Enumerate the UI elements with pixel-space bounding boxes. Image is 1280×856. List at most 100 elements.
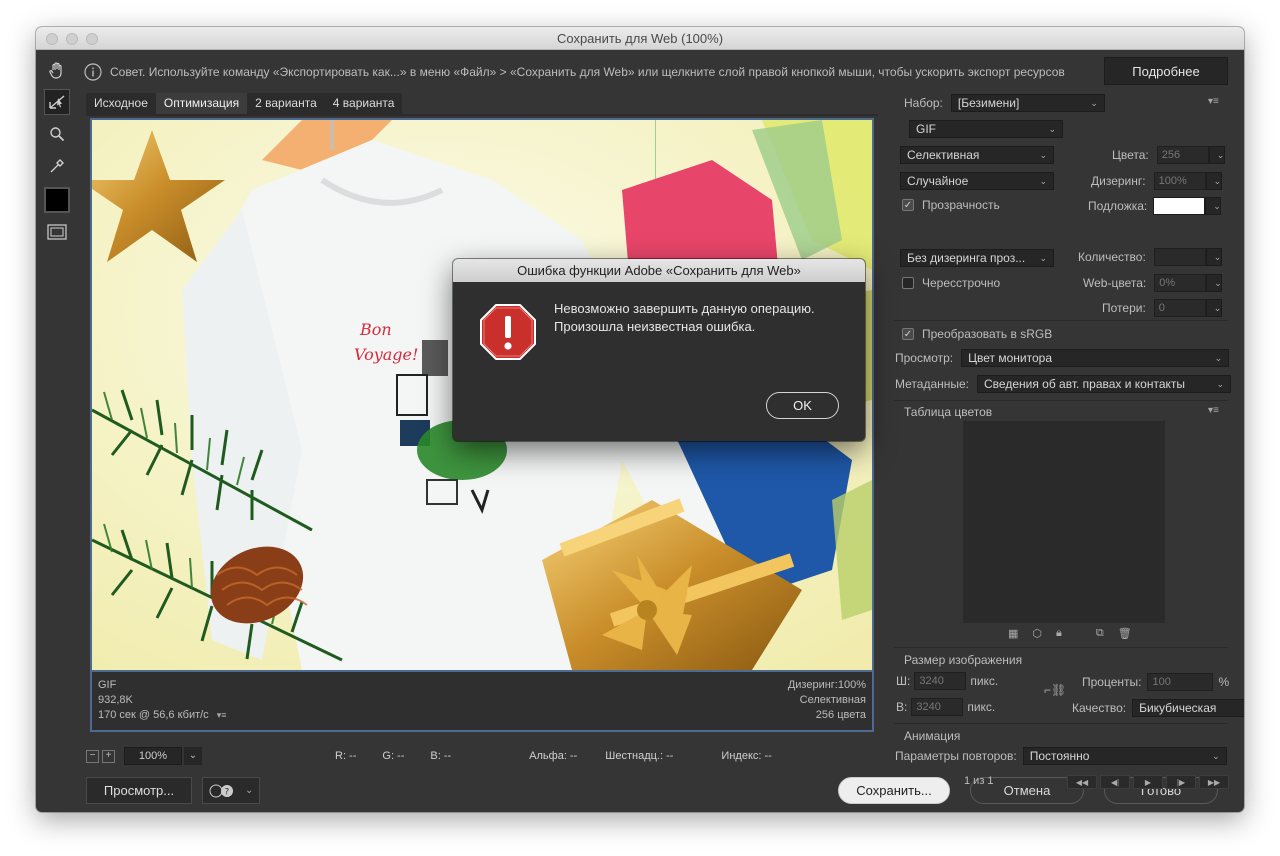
frame-counter: 1 из 1 xyxy=(964,775,994,787)
interlaced-checkbox[interactable] xyxy=(902,277,914,289)
colors-input[interactable]: 256 xyxy=(1156,146,1209,164)
zoom-in-button[interactable]: + xyxy=(102,749,115,763)
eyedropper-icon xyxy=(50,159,64,173)
chevron-down-icon: ⌄ xyxy=(1214,352,1223,363)
slice-select-icon xyxy=(49,95,65,109)
info-icon xyxy=(84,63,102,81)
loop-options-select[interactable]: Постоянно ⌄ xyxy=(1022,747,1227,765)
zoom-tool[interactable] xyxy=(44,121,70,147)
error-dialog: Ошибка функции Adobe «Сохранить для Web»… xyxy=(453,259,865,441)
lossy-dropdown[interactable]: ⌄ xyxy=(1205,299,1222,317)
transparency-label: Прозрачность xyxy=(922,198,1000,212)
browser-select[interactable]: ? ⌄ xyxy=(202,777,260,804)
matte-label: Подложка: xyxy=(1088,199,1148,213)
width-input[interactable]: 3240 xyxy=(914,672,967,690)
prev-frame-button[interactable]: ◀| xyxy=(1100,775,1130,789)
amount-label: Количество: xyxy=(1078,250,1146,264)
color-table-title: Таблица цветов xyxy=(904,405,993,419)
panel-menu-icon[interactable]: ▾≡ xyxy=(1208,96,1219,107)
ok-button[interactable]: OK xyxy=(766,392,839,419)
transparency-checkbox[interactable]: ✓ xyxy=(902,199,914,211)
color-reduction-select[interactable]: Селективная ⌄ xyxy=(900,146,1054,164)
next-frame-button[interactable]: |▶ xyxy=(1166,775,1196,789)
dither-dropdown[interactable]: ⌄ xyxy=(1205,172,1222,190)
save-button[interactable]: Сохранить... xyxy=(838,777,950,804)
info-dither: Дизеринг:100% xyxy=(787,679,866,691)
constrain-proportions-link-icon[interactable]: ⌐⛓ xyxy=(1044,683,1066,697)
chevron-down-icon: ⌄ xyxy=(1039,252,1047,263)
width-unit: пикс. xyxy=(970,674,999,688)
learn-more-button[interactable]: Подробнее xyxy=(1104,57,1228,85)
lock-icon[interactable]: 🔒︎ xyxy=(1056,627,1062,640)
tab-original[interactable]: Исходное xyxy=(86,93,156,114)
eyedropper-color-swatch[interactable] xyxy=(44,187,70,213)
last-frame-button[interactable]: ▶▶ xyxy=(1199,775,1229,789)
convert-srgb-checkbox[interactable]: ✓ xyxy=(902,328,914,340)
resample-quality-select[interactable]: Бикубическая⌄ xyxy=(1132,699,1244,717)
svg-text:Bon: Bon xyxy=(359,320,392,339)
transparency-dither-select[interactable]: Без дизеринга проз... ⌄ xyxy=(900,249,1054,267)
lossy-input[interactable]: 0 xyxy=(1153,299,1206,317)
play-button[interactable]: ▶ xyxy=(1133,775,1163,789)
readout-hex: Шестнадц.: -- xyxy=(605,750,674,762)
info-format: GIF xyxy=(98,679,117,691)
matte-dropdown[interactable]: ⌄ xyxy=(1205,197,1222,215)
map-to-web-icon[interactable]: ▦ xyxy=(1008,627,1018,640)
height-unit: пикс. xyxy=(967,700,996,714)
view-tabs: Исходное Оптимизация 2 варианта 4 вариан… xyxy=(86,93,403,114)
info-palette: Селективная xyxy=(799,694,866,706)
minimize-window-button[interactable] xyxy=(66,33,78,45)
preset-label: Набор: xyxy=(904,96,943,110)
dither-algorithm-select[interactable]: Случайное ⌄ xyxy=(900,172,1054,190)
readout-alpha: Альфа: -- xyxy=(529,750,578,762)
color-table-menu-icon[interactable]: ▾≡ xyxy=(1208,405,1219,416)
amount-input[interactable] xyxy=(1153,248,1206,266)
dialog-title: Ошибка функции Adobe «Сохранить для Web» xyxy=(453,259,865,282)
width-label: Ш: xyxy=(896,674,911,688)
trash-icon[interactable]: 🗑︎ xyxy=(1118,627,1132,640)
percent-input[interactable]: 100 xyxy=(1147,673,1214,691)
hand-tool[interactable] xyxy=(44,57,70,83)
slice-select-tool[interactable] xyxy=(44,89,70,115)
chevron-down-icon: ⌄ xyxy=(1213,251,1222,262)
zoom-level-value: 100% xyxy=(138,750,168,762)
tool-column xyxy=(44,57,72,251)
status-bar: − + 100% ⌄ R: -- G: -- B: -- Альфа: -- Ш… xyxy=(86,744,878,768)
dither-label: Дизеринг: xyxy=(1091,174,1146,188)
toggle-slices-visibility[interactable] xyxy=(44,219,70,245)
percent-sign: % xyxy=(1218,675,1230,689)
zoom-level-select[interactable]: 100% xyxy=(124,747,182,765)
slices-visibility-icon xyxy=(47,224,67,240)
preview-in-browser-button[interactable]: Просмотр... xyxy=(86,777,192,804)
preview-mode-select[interactable]: Цвет монитора ⌄ xyxy=(961,349,1230,367)
dither-input[interactable]: 100% xyxy=(1153,172,1206,190)
first-frame-button[interactable]: ◀◀ xyxy=(1067,775,1097,789)
readout-index: Индекс: -- xyxy=(721,750,772,762)
tab-optimized[interactable]: Оптимизация xyxy=(155,93,248,114)
interlaced-label: Чересстрочно xyxy=(922,276,1001,290)
zoom-window-button[interactable] xyxy=(86,33,98,45)
chevron-down-icon[interactable]: ⌄ xyxy=(184,747,202,765)
color-table[interactable] xyxy=(963,421,1165,623)
matte-color-swatch[interactable] xyxy=(1153,197,1206,215)
web-snap-dropdown[interactable]: ⌄ xyxy=(1206,274,1223,292)
close-window-button[interactable] xyxy=(46,33,58,45)
chevron-down-icon: ⌄ xyxy=(1213,200,1221,211)
file-format-select[interactable]: GIF ⌄ xyxy=(909,120,1063,138)
colors-label: Цвета: xyxy=(1112,148,1149,162)
tab-2-up[interactable]: 2 варианта xyxy=(247,93,325,114)
chevron-down-icon: ⌄ xyxy=(1216,149,1225,160)
amount-dropdown[interactable]: ⌄ xyxy=(1205,248,1222,266)
download-speed-menu-icon[interactable]: ▾≡ xyxy=(217,708,227,723)
zoom-out-button[interactable]: − xyxy=(86,749,99,763)
web-shift-icon[interactable]: ⬡ xyxy=(1032,627,1042,640)
preset-select[interactable]: [Безимени] ⌄ xyxy=(950,94,1105,112)
height-input[interactable]: 3240 xyxy=(911,698,964,716)
colors-dropdown[interactable]: ⌄ xyxy=(1208,146,1225,164)
web-snap-input[interactable]: 0% xyxy=(1154,274,1207,292)
eyedropper-tool[interactable] xyxy=(44,153,70,179)
new-color-icon[interactable]: ⧉ xyxy=(1096,627,1104,640)
metadata-select[interactable]: Сведения об авт. правах и контакты ⌄ xyxy=(977,375,1232,393)
readout-r: R: -- xyxy=(335,750,357,762)
tab-4-up[interactable]: 4 варианта xyxy=(324,93,403,114)
